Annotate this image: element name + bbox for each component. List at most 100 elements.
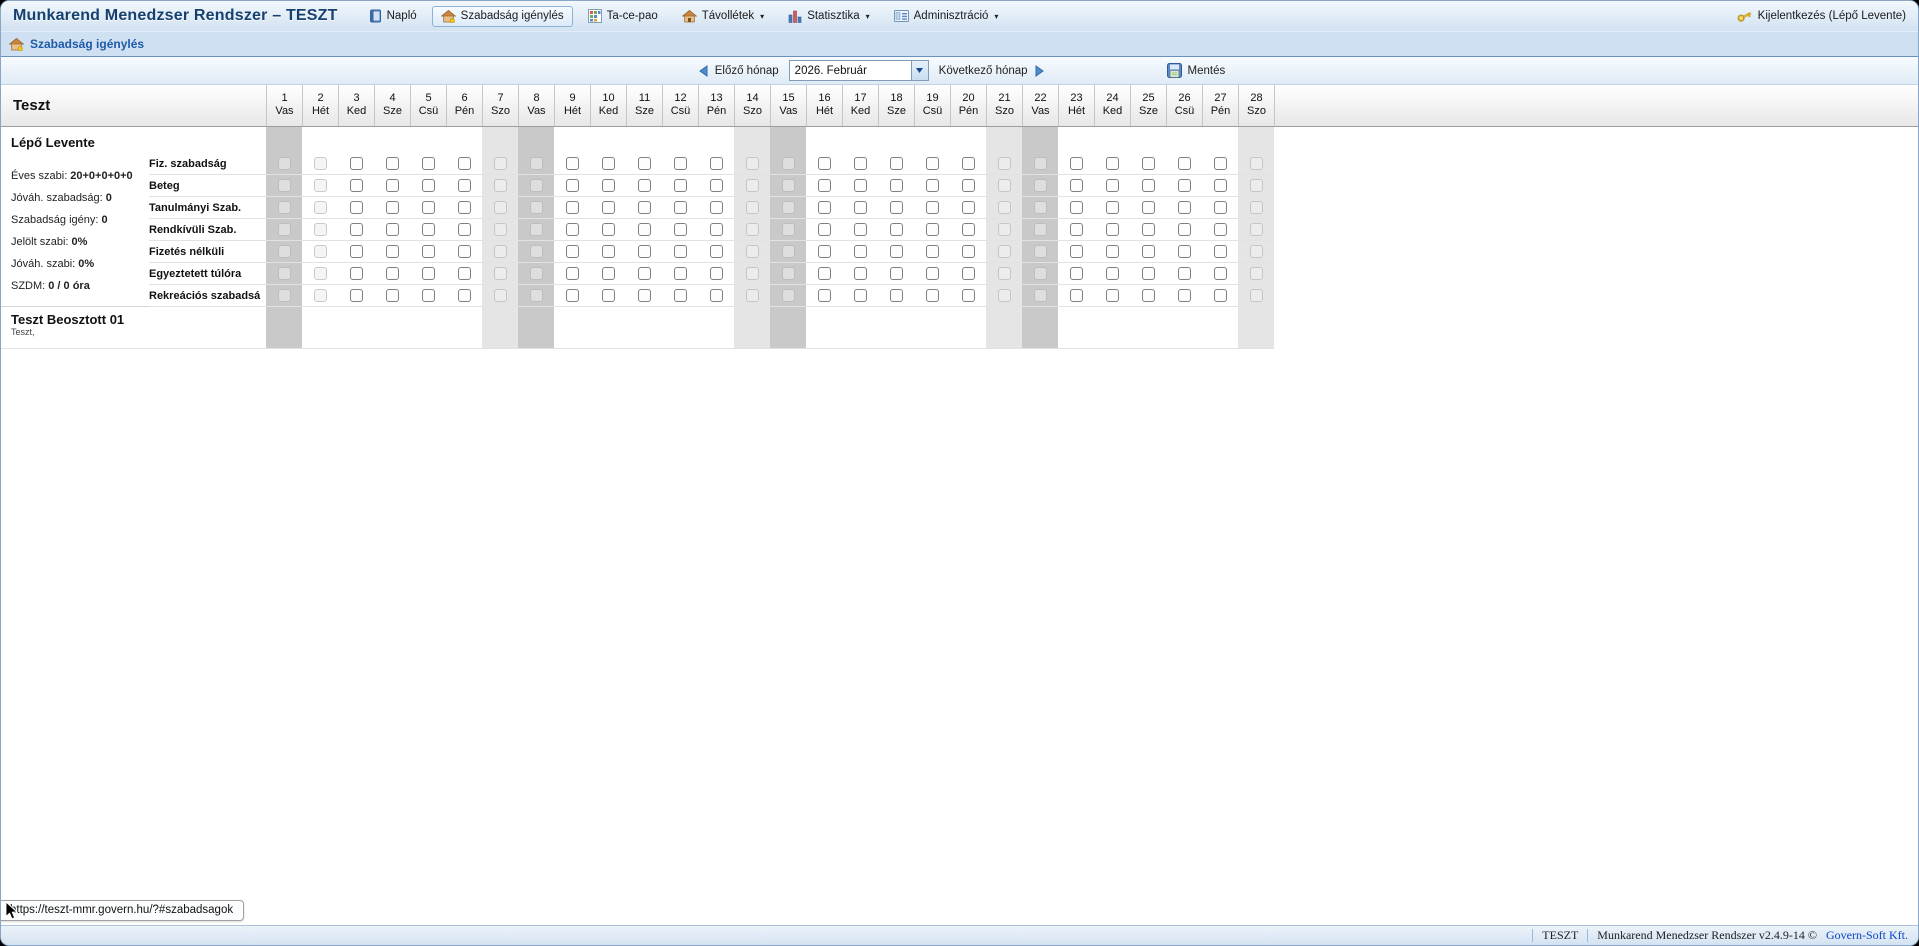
vacation-checkbox[interactable] [1070, 179, 1083, 192]
vacation-checkbox[interactable] [1070, 223, 1083, 236]
vacation-checkbox[interactable] [1178, 289, 1191, 302]
vacation-checkbox[interactable] [458, 201, 471, 214]
vacation-checkbox[interactable] [1070, 245, 1083, 258]
vacation-checkbox[interactable] [566, 245, 579, 258]
vacation-checkbox[interactable] [854, 267, 867, 280]
vacation-checkbox[interactable] [602, 245, 615, 258]
vacation-checkbox[interactable] [710, 267, 723, 280]
vacation-checkbox[interactable] [1142, 201, 1155, 214]
vacation-checkbox[interactable] [818, 179, 831, 192]
vacation-checkbox[interactable] [890, 179, 903, 192]
vacation-checkbox[interactable] [1214, 267, 1227, 280]
vacation-checkbox[interactable] [638, 267, 651, 280]
vacation-checkbox[interactable] [1142, 245, 1155, 258]
vacation-checkbox[interactable] [1214, 179, 1227, 192]
vacation-checkbox[interactable] [638, 201, 651, 214]
vacation-checkbox[interactable] [710, 223, 723, 236]
vacation-checkbox[interactable] [926, 267, 939, 280]
vacation-checkbox[interactable] [1106, 223, 1119, 236]
vacation-checkbox[interactable] [422, 201, 435, 214]
vacation-checkbox[interactable] [854, 179, 867, 192]
vacation-checkbox[interactable] [674, 223, 687, 236]
nav-item-tavolletek[interactable]: Távollétek ▾ [673, 6, 773, 27]
vacation-checkbox[interactable] [386, 267, 399, 280]
vacation-checkbox[interactable] [890, 289, 903, 302]
vacation-checkbox[interactable] [818, 289, 831, 302]
vacation-checkbox[interactable] [602, 201, 615, 214]
vacation-checkbox[interactable] [1178, 179, 1191, 192]
vacation-checkbox[interactable] [350, 267, 363, 280]
nav-item-ta-ce-pao[interactable]: Ta-ce-pao [579, 5, 667, 27]
vacation-checkbox[interactable] [386, 223, 399, 236]
vacation-checkbox[interactable] [1214, 289, 1227, 302]
vacation-checkbox[interactable] [1070, 201, 1083, 214]
vacation-checkbox[interactable] [854, 201, 867, 214]
vacation-checkbox[interactable] [1070, 157, 1083, 170]
vacation-checkbox[interactable] [1142, 267, 1155, 280]
vacation-checkbox[interactable] [1106, 179, 1119, 192]
logout-button[interactable]: Kijelentkezés (Lépő Levente) [1736, 9, 1906, 23]
vacation-checkbox[interactable] [386, 201, 399, 214]
vacation-checkbox[interactable] [962, 289, 975, 302]
vacation-checkbox[interactable] [638, 289, 651, 302]
nav-item-szabadsag-igenyles[interactable]: Szabadság igénylés [432, 6, 573, 27]
vacation-checkbox[interactable] [1106, 245, 1119, 258]
vacation-checkbox[interactable] [854, 157, 867, 170]
vacation-checkbox[interactable] [854, 245, 867, 258]
vacation-checkbox[interactable] [638, 157, 651, 170]
vacation-checkbox[interactable] [458, 179, 471, 192]
vacation-checkbox[interactable] [1106, 201, 1119, 214]
vacation-checkbox[interactable] [638, 245, 651, 258]
vacation-checkbox[interactable] [926, 289, 939, 302]
vacation-checkbox[interactable] [926, 223, 939, 236]
vacation-checkbox[interactable] [1178, 267, 1191, 280]
vacation-checkbox[interactable] [566, 179, 579, 192]
vacation-checkbox[interactable] [602, 179, 615, 192]
vacation-checkbox[interactable] [674, 267, 687, 280]
vacation-checkbox[interactable] [890, 267, 903, 280]
vacation-checkbox[interactable] [602, 267, 615, 280]
vacation-checkbox[interactable] [1178, 201, 1191, 214]
vacation-checkbox[interactable] [566, 223, 579, 236]
vacation-checkbox[interactable] [1142, 157, 1155, 170]
vacation-checkbox[interactable] [962, 267, 975, 280]
vacation-checkbox[interactable] [710, 245, 723, 258]
vacation-checkbox[interactable] [458, 223, 471, 236]
next-month-button[interactable]: Következő hónap [935, 63, 1049, 79]
vacation-checkbox[interactable] [638, 179, 651, 192]
vacation-checkbox[interactable] [350, 245, 363, 258]
vacation-checkbox[interactable] [566, 267, 579, 280]
vacation-checkbox[interactable] [818, 245, 831, 258]
vacation-checkbox[interactable] [926, 201, 939, 214]
vacation-checkbox[interactable] [1178, 223, 1191, 236]
vacation-checkbox[interactable] [962, 157, 975, 170]
vacation-checkbox[interactable] [350, 201, 363, 214]
vacation-checkbox[interactable] [818, 223, 831, 236]
nav-item-statisztika[interactable]: Statisztika ▾ [779, 5, 878, 27]
vacation-checkbox[interactable] [818, 157, 831, 170]
vacation-checkbox[interactable] [602, 289, 615, 302]
vacation-checkbox[interactable] [1106, 157, 1119, 170]
vacation-checkbox[interactable] [1214, 157, 1227, 170]
vacation-checkbox[interactable] [422, 223, 435, 236]
vacation-checkbox[interactable] [350, 223, 363, 236]
vacation-checkbox[interactable] [926, 179, 939, 192]
nav-item-adminisztracio[interactable]: Adminisztráció ▾ [885, 6, 1008, 26]
vacation-checkbox[interactable] [674, 201, 687, 214]
vacation-checkbox[interactable] [1106, 289, 1119, 302]
vacation-checkbox[interactable] [638, 223, 651, 236]
vacation-checkbox[interactable] [1070, 267, 1083, 280]
vacation-checkbox[interactable] [1142, 179, 1155, 192]
vacation-checkbox[interactable] [386, 157, 399, 170]
previous-month-button[interactable]: Előző hónap [694, 63, 783, 79]
vacation-checkbox[interactable] [710, 179, 723, 192]
vacation-checkbox[interactable] [458, 289, 471, 302]
vacation-checkbox[interactable] [710, 289, 723, 302]
vacation-checkbox[interactable] [926, 245, 939, 258]
vacation-checkbox[interactable] [386, 289, 399, 302]
vacation-checkbox[interactable] [962, 179, 975, 192]
vacation-checkbox[interactable] [350, 157, 363, 170]
vacation-checkbox[interactable] [818, 267, 831, 280]
vacation-checkbox[interactable] [602, 157, 615, 170]
vacation-checkbox[interactable] [890, 157, 903, 170]
